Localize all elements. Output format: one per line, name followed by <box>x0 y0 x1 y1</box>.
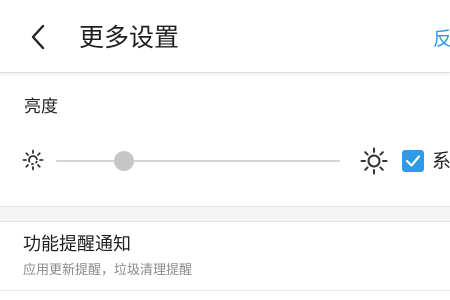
top-app-bar: 更多设置 反 <box>0 0 450 73</box>
back-button[interactable] <box>22 20 54 54</box>
row-title: 功能提醒通知 <box>23 234 131 255</box>
function-notification-row[interactable]: 功能提醒通知 应用更新提醒，垃圾清理提醒 <box>0 221 450 291</box>
slider-thumb[interactable] <box>114 151 135 171</box>
brightness-label: 亮度 <box>24 97 58 117</box>
slider-track <box>56 160 340 162</box>
row-divider <box>0 290 450 291</box>
page-title: 更多设置 <box>79 23 180 52</box>
row-subtitle: 应用更新提醒，垃圾清理提醒 <box>23 263 193 278</box>
feedback-link[interactable]: 反 <box>433 26 450 52</box>
sun-large-icon <box>360 147 388 175</box>
section-divider <box>0 206 450 222</box>
chevron-left-icon <box>31 24 45 50</box>
auto-brightness-checkbox[interactable] <box>402 150 424 172</box>
more-settings-page: 更多设置 反 亮度 系 功能提醒通知 应用更新提醒，垃圾清理提醒 <box>0 0 450 300</box>
auto-brightness-label: 系 <box>432 150 450 172</box>
checkmark-icon <box>405 155 421 167</box>
sun-small-icon <box>22 149 44 171</box>
brightness-slider[interactable] <box>56 150 340 172</box>
